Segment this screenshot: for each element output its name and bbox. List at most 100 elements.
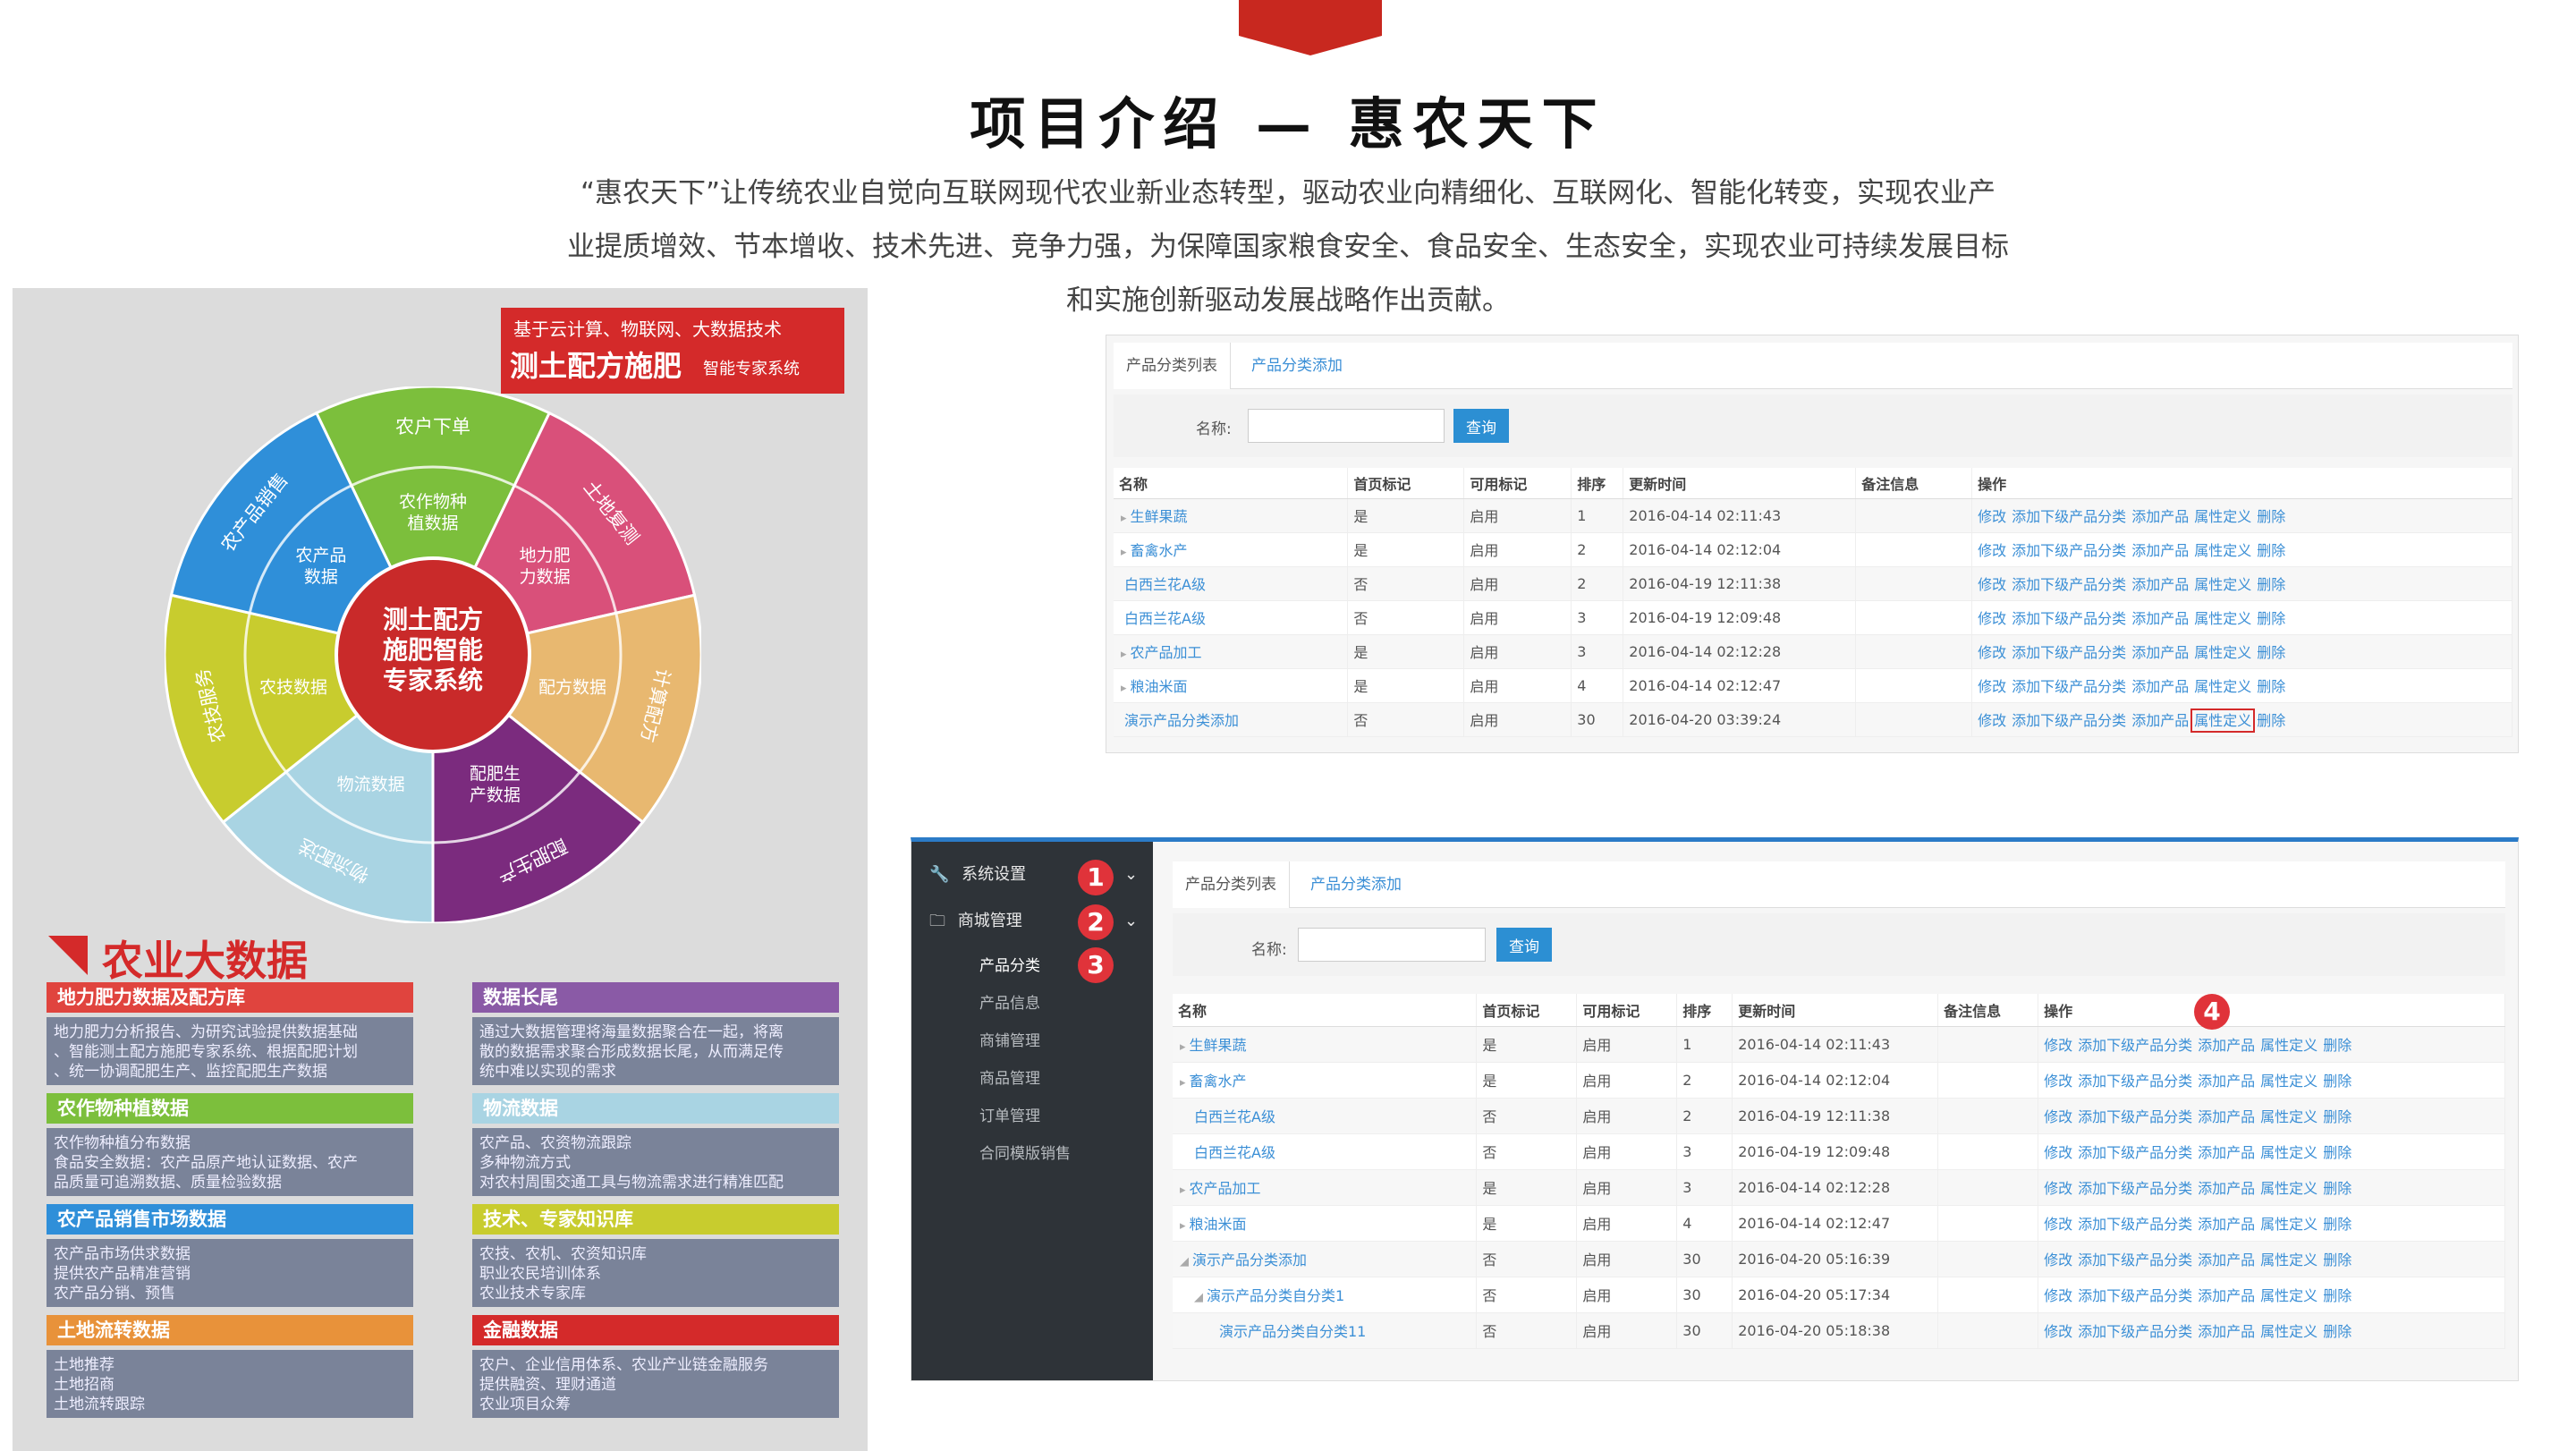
attribute-link[interactable]: 属性定义: [2194, 542, 2251, 559]
attribute-link[interactable]: 属性定义: [2260, 1216, 2318, 1233]
delete-link[interactable]: 删除: [2323, 1144, 2351, 1161]
column-header[interactable]: 首页标记: [1476, 994, 1578, 1027]
column-header[interactable]: 备注信息: [1937, 994, 2039, 1027]
add-product-link[interactable]: 添加产品: [2131, 610, 2189, 627]
category-name-cell[interactable]: ◢ 演示产品分类自分类1: [1173, 1277, 1478, 1313]
category-name[interactable]: 畜禽水产: [1131, 542, 1188, 559]
expand-caret-icon[interactable]: ▸: [1180, 1219, 1186, 1233]
edit-link[interactable]: 修改: [2044, 1037, 2072, 1054]
attribute-link[interactable]: 属性定义: [2194, 508, 2251, 525]
column-header[interactable]: 排序: [1571, 468, 1624, 499]
add-product-link[interactable]: 添加产品: [2198, 1216, 2255, 1233]
sidebar-subitem[interactable]: 合同模版销售: [979, 1141, 1071, 1163]
expand-caret-icon[interactable]: ▸: [1121, 546, 1127, 559]
sidebar-item-mall[interactable]: 🗀 商城管理 ⌄: [911, 906, 1153, 937]
edit-link[interactable]: 修改: [2044, 1323, 2072, 1340]
tab-category-add[interactable]: 产品分类添加: [1239, 343, 1355, 389]
add-subcategory-link[interactable]: 添加下级产品分类: [2012, 610, 2126, 627]
category-name-cell[interactable]: ▸ 农产品加工: [1173, 1169, 1478, 1206]
edit-link[interactable]: 修改: [1978, 542, 2006, 559]
delete-link[interactable]: 删除: [2323, 1180, 2351, 1197]
sidebar-subitem[interactable]: 商铺管理: [979, 1028, 1040, 1050]
sidebar-subitem[interactable]: 订单管理: [979, 1103, 1040, 1125]
category-name[interactable]: 演示产品分类自分类1: [1207, 1287, 1344, 1304]
edit-link[interactable]: 修改: [1978, 610, 2006, 627]
edit-link[interactable]: 修改: [2044, 1287, 2072, 1304]
edit-link[interactable]: 修改: [1978, 644, 2006, 661]
delete-link[interactable]: 删除: [2257, 610, 2285, 627]
delete-link[interactable]: 删除: [2323, 1287, 2351, 1304]
add-subcategory-link[interactable]: 添加下级产品分类: [2012, 712, 2126, 729]
column-header[interactable]: 可用标记: [1463, 468, 1572, 499]
category-name[interactable]: 白西兰花A级: [1194, 1144, 1275, 1161]
delete-link[interactable]: 删除: [2257, 644, 2285, 661]
category-name-cell[interactable]: ▸ 畜禽水产: [1114, 532, 1349, 567]
search-input[interactable]: [1248, 409, 1445, 443]
category-name-cell[interactable]: 演示产品分类自分类11: [1173, 1312, 1478, 1349]
category-name-cell[interactable]: ▸ 农产品加工: [1114, 634, 1349, 669]
attribute-link[interactable]: 属性定义: [2260, 1108, 2318, 1125]
attribute-link[interactable]: 属性定义: [2260, 1252, 2318, 1269]
edit-link[interactable]: 修改: [2044, 1180, 2072, 1197]
add-product-link[interactable]: 添加产品: [2131, 644, 2189, 661]
sidebar-subitem[interactable]: 产品信息: [979, 990, 1040, 1013]
attribute-link[interactable]: 属性定义: [2260, 1037, 2318, 1054]
category-name-cell[interactable]: 演示产品分类添加: [1114, 702, 1349, 737]
attribute-link[interactable]: 属性定义: [2260, 1287, 2318, 1304]
expand-caret-icon[interactable]: ▸: [1180, 1076, 1186, 1090]
delete-link[interactable]: 删除: [2323, 1073, 2351, 1090]
edit-link[interactable]: 修改: [1978, 678, 2006, 695]
category-name[interactable]: 生鲜果蔬: [1190, 1037, 1247, 1054]
column-header[interactable]: 名称: [1114, 468, 1349, 499]
delete-link[interactable]: 删除: [2323, 1037, 2351, 1054]
category-name[interactable]: 演示产品分类添加: [1124, 712, 1239, 729]
edit-link[interactable]: 修改: [2044, 1073, 2072, 1090]
category-name[interactable]: 粮油米面: [1190, 1216, 1247, 1233]
add-subcategory-link[interactable]: 添加下级产品分类: [2012, 678, 2126, 695]
add-product-link[interactable]: 添加产品: [2198, 1180, 2255, 1197]
tab-category-add[interactable]: 产品分类添加: [1298, 861, 1414, 908]
category-name[interactable]: 农产品加工: [1190, 1180, 1261, 1197]
category-name-cell[interactable]: ▸ 生鲜果蔬: [1173, 1026, 1478, 1063]
column-header[interactable]: 名称: [1173, 994, 1478, 1027]
attribute-link[interactable]: 属性定义: [2194, 576, 2251, 593]
add-product-link[interactable]: 添加产品: [2198, 1323, 2255, 1340]
edit-link[interactable]: 修改: [2044, 1216, 2072, 1233]
add-product-link[interactable]: 添加产品: [2198, 1287, 2255, 1304]
column-header[interactable]: 更新时间: [1623, 468, 1857, 499]
add-subcategory-link[interactable]: 添加下级产品分类: [2078, 1252, 2192, 1269]
add-product-link[interactable]: 添加产品: [2131, 508, 2189, 525]
category-name[interactable]: 演示产品分类添加: [1192, 1252, 1307, 1269]
expand-caret-icon[interactable]: ▸: [1180, 1184, 1186, 1197]
category-name[interactable]: 白西兰花A级: [1194, 1108, 1275, 1125]
category-name[interactable]: 白西兰花A级: [1124, 576, 1206, 593]
category-name[interactable]: 白西兰花A级: [1124, 610, 1206, 627]
category-name[interactable]: 演示产品分类自分类11: [1219, 1323, 1366, 1340]
category-name-cell[interactable]: ▸ 生鲜果蔬: [1114, 498, 1349, 533]
expand-caret-icon[interactable]: ▸: [1180, 1040, 1186, 1054]
attribute-link[interactable]: 属性定义: [2194, 644, 2251, 661]
delete-link[interactable]: 删除: [2257, 542, 2285, 559]
add-subcategory-link[interactable]: 添加下级产品分类: [2078, 1323, 2192, 1340]
add-product-link[interactable]: 添加产品: [2198, 1037, 2255, 1054]
category-name[interactable]: 粮油米面: [1131, 678, 1188, 695]
add-subcategory-link[interactable]: 添加下级产品分类: [2078, 1073, 2192, 1090]
column-header[interactable]: 备注信息: [1855, 468, 1973, 499]
add-product-link[interactable]: 添加产品: [2131, 542, 2189, 559]
expand-caret-icon[interactable]: ▸: [1121, 512, 1127, 525]
expand-caret-icon[interactable]: ◢: [1180, 1255, 1189, 1269]
delete-link[interactable]: 删除: [2257, 576, 2285, 593]
sidebar-subitem[interactable]: 商品管理: [979, 1065, 1040, 1088]
category-name[interactable]: 农产品加工: [1131, 644, 1202, 661]
add-product-link[interactable]: 添加产品: [2198, 1108, 2255, 1125]
expand-caret-icon[interactable]: ◢: [1194, 1291, 1203, 1304]
add-product-link[interactable]: 添加产品: [2131, 576, 2189, 593]
add-subcategory-link[interactable]: 添加下级产品分类: [2012, 644, 2126, 661]
add-subcategory-link[interactable]: 添加下级产品分类: [2012, 542, 2126, 559]
tab-category-list[interactable]: 产品分类列表: [1173, 861, 1290, 908]
add-product-link[interactable]: 添加产品: [2198, 1144, 2255, 1161]
category-name-cell[interactable]: 白西兰花A级: [1173, 1133, 1478, 1170]
attribute-link[interactable]: 属性定义: [2260, 1323, 2318, 1340]
add-subcategory-link[interactable]: 添加下级产品分类: [2012, 576, 2126, 593]
tab-category-list[interactable]: 产品分类列表: [1114, 343, 1231, 389]
